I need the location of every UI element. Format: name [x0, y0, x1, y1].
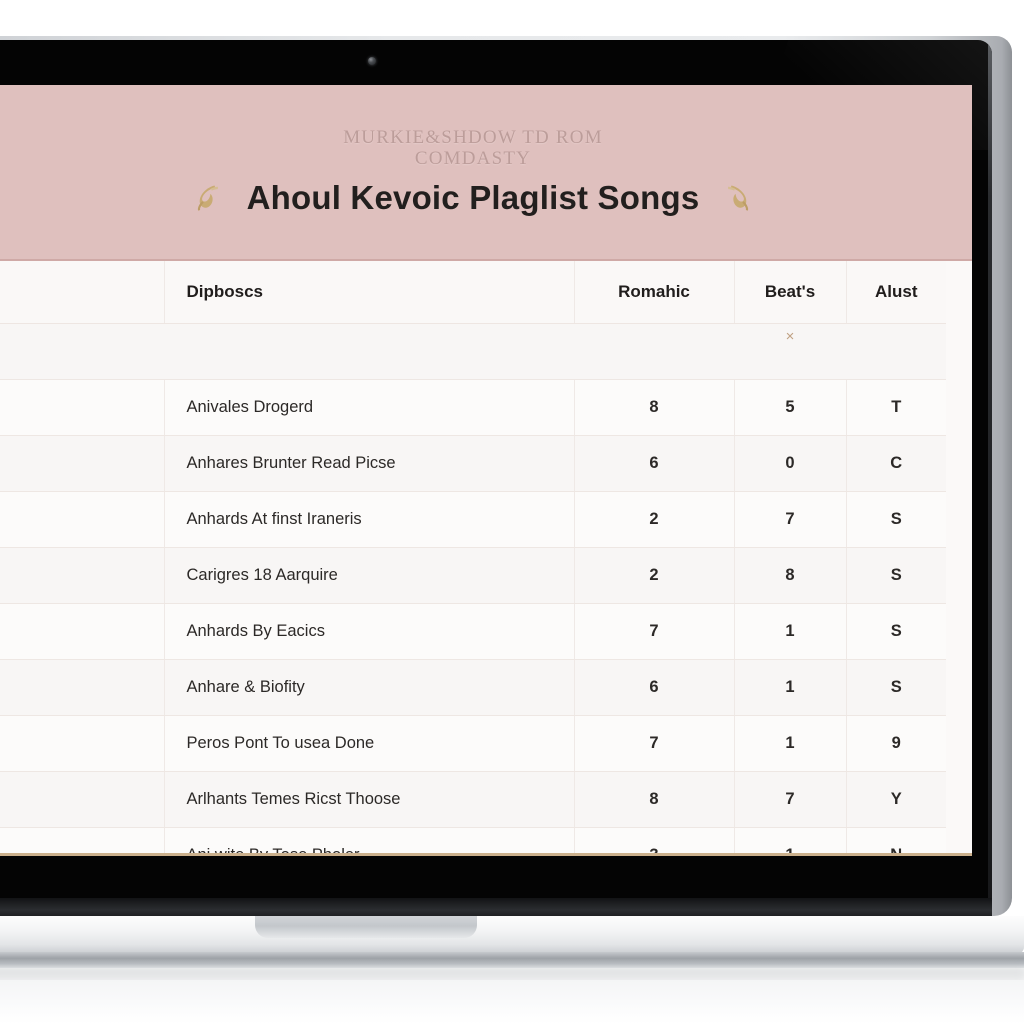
cell-dipboscs: Arlhants Temes Ricst Thoose [164, 771, 575, 828]
cell-romahic: 8 [574, 771, 735, 828]
table-row[interactable]: e Rapiluters Carigres 18 Aarquire 2 8 S [0, 547, 946, 604]
table-row[interactable]: a Holliy Anhards By Eacics 7 1 S [0, 603, 946, 660]
table-row[interactable]: Grees Anhards At finst Iraneris 2 7 S [0, 491, 946, 548]
cell-dipboscs: Anivales Drogerd [164, 379, 575, 436]
cell-romahic: 6 [574, 659, 735, 716]
table-body: !lay Anivales Drogerd 8 5 T ce Weet Anha… [0, 323, 946, 853]
cell-romahic: 3 [574, 827, 735, 853]
brand-wordmark: MURKIE&SHDOW TD ROM COMDASTY [343, 127, 603, 170]
header-spacer-row [0, 323, 946, 380]
cell-beats: 0 [734, 435, 847, 492]
cell-title: y Sec Dine [0, 659, 165, 716]
cell-dipboscs: Peros Pont To usea Done [164, 715, 575, 772]
cell-dipboscs: Ani wite By Tose Pholer [164, 827, 575, 853]
cell-dipboscs: Anhare & Biofity [164, 659, 575, 716]
cell-romahic: 2 [574, 491, 735, 548]
column-header-dipboscs[interactable]: Dipboscs [164, 261, 575, 324]
column-header-romahic[interactable]: Romahic [574, 261, 735, 324]
leaf-ornament-right-icon [728, 185, 749, 211]
column-header-beats[interactable]: Beat's × [734, 261, 847, 345]
desk-surface [0, 980, 1024, 1024]
column-header-alust[interactable]: Alust [846, 261, 946, 324]
table-row[interactable]: ce Weet Anhares Brunter Read Picse 6 0 C [0, 435, 946, 492]
cell-romahic: 7 [574, 603, 735, 660]
title-row: Ahoul Kevoic Plaglist Songs [193, 179, 754, 217]
cell-dipboscs: Anhares Brunter Read Picse [164, 435, 575, 492]
brand-line-2: COMDASTY [414, 148, 532, 169]
cell-title: Grees [0, 491, 165, 548]
cell-alust: S [846, 603, 946, 660]
table-row[interactable]: o Expl Peros Pont To usea Done 7 1 9 [0, 715, 946, 772]
cell-title: o Expl [0, 715, 165, 772]
cell-beats: 1 [734, 715, 847, 772]
cell-dipboscs: Carigres 18 Aarquire [164, 547, 575, 604]
table-row[interactable]: y Sec Dine Anhare & Biofity 6 1 S [0, 659, 946, 716]
table-row[interactable]: wdec Pusos Arlhants Temes Ricst Thoose 8… [0, 771, 946, 828]
laptop-base-deck [0, 916, 1024, 954]
cell-alust: N [846, 827, 946, 853]
cell-alust: C [846, 435, 946, 492]
page-header: MURKIE&SHDOW TD ROM COMDASTY Ahoul Kevoi… [0, 85, 972, 261]
songs-table: t Dipboscs Romahic Beat's × Alust [0, 261, 946, 853]
cell-alust: S [846, 547, 946, 604]
cell-title: a Holliy [0, 603, 165, 660]
screen-content: MURKIE&SHDOW TD ROM COMDASTY Ahoul Kevoi… [0, 85, 972, 856]
cell-beats: 8 [734, 547, 847, 604]
cell-alust: T [846, 379, 946, 436]
page-title: Ahoul Kevoic Plaglist Songs [246, 179, 700, 217]
cell-beats: 7 [734, 771, 847, 828]
cell-alust: Y [846, 771, 946, 828]
cell-romahic: 8 [574, 379, 735, 436]
cell-alust: 9 [846, 715, 946, 772]
table-row[interactable]: !lay Anivales Drogerd 8 5 T [0, 379, 946, 436]
column-header-beats-label: Beat's [764, 281, 816, 301]
column-header-title[interactable]: t [0, 261, 165, 324]
songs-table-container[interactable]: t Dipboscs Romahic Beat's × Alust [0, 261, 972, 856]
cell-title: e Rapiluters [0, 547, 165, 604]
cell-alust: S [846, 491, 946, 548]
cell-beats: 5 [734, 379, 847, 436]
cell-romahic: 2 [574, 547, 735, 604]
cell-title: a Cuplly [0, 827, 165, 853]
cell-beats: 1 [734, 827, 847, 853]
cell-dipboscs: Anhards At finst Iraneris [164, 491, 575, 548]
cell-alust: S [846, 659, 946, 716]
leaf-ornament-left-icon [197, 185, 218, 211]
laptop-base-notch [255, 916, 477, 938]
cell-romahic: 7 [574, 715, 735, 772]
laptop-device: MURKIE&SHDOW TD ROM COMDASTY Ahoul Kevoi… [0, 0, 1024, 1024]
cell-title: ce Weet [0, 435, 165, 492]
table-header-row: t Dipboscs Romahic Beat's × Alust [0, 261, 946, 345]
cell-beats: 1 [734, 603, 847, 660]
table-row[interactable]: a Cuplly Ani wite By Tose Pholer 3 1 N [0, 827, 946, 853]
background-top [0, 0, 1024, 38]
webcam-icon [368, 57, 376, 65]
cell-dipboscs: Anhards By Eacics [164, 603, 575, 660]
brand-line-1: MURKIE&SHDOW TD ROM [343, 126, 603, 148]
cell-title: !lay [0, 379, 165, 436]
cell-romahic: 6 [574, 435, 735, 492]
cell-title: wdec Pusos [0, 771, 165, 828]
cell-beats: 1 [734, 659, 847, 716]
table-header-row-group: t Dipboscs Romahic Beat's × Alust [0, 261, 946, 345]
bezel-edge-highlight [988, 40, 992, 912]
cell-beats: 7 [734, 491, 847, 548]
